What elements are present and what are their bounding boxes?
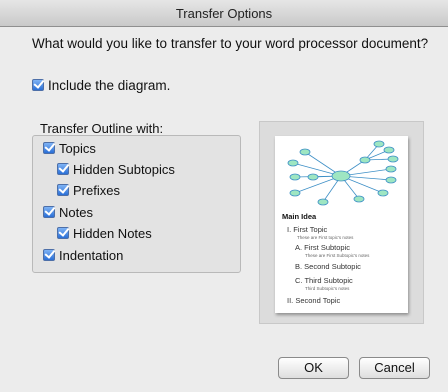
outline-group-label: Transfer Outline with: bbox=[40, 121, 164, 136]
outline-options-group: Topics Hidden Subtopics Prefixes Notes H… bbox=[32, 135, 241, 273]
checkbox-checked-icon[interactable] bbox=[57, 227, 69, 239]
checkbox-checked-icon[interactable] bbox=[43, 142, 55, 154]
hidden-subtopics-label: Hidden Subtopics bbox=[73, 162, 175, 177]
checkbox-checked-icon[interactable] bbox=[57, 163, 69, 175]
preview-first-subtopic-note: These are First Subtopic's notes bbox=[305, 253, 370, 258]
prefixes-checkbox[interactable]: Prefixes bbox=[57, 183, 120, 198]
include-diagram-label: Include the diagram. bbox=[48, 78, 171, 93]
preview-third-subtopic-note: Third Subtopic's notes bbox=[305, 286, 350, 291]
checkbox-checked-icon[interactable] bbox=[43, 249, 55, 261]
hidden-notes-label: Hidden Notes bbox=[73, 226, 152, 241]
preview-panel: Main Idea I. First Topic These are First… bbox=[259, 121, 424, 324]
checkbox-checked-icon[interactable] bbox=[32, 79, 44, 91]
notes-checkbox[interactable]: Notes bbox=[43, 205, 93, 220]
ok-button[interactable]: OK bbox=[278, 357, 349, 379]
title-bar: Transfer Options bbox=[0, 0, 448, 27]
preview-first-subtopic: A. First Subtopic bbox=[295, 243, 351, 252]
preview-main-idea: Main Idea bbox=[282, 212, 317, 221]
preview-first-topic-note: These are First topic's notes bbox=[297, 235, 354, 240]
include-diagram-checkbox[interactable]: Include the diagram. bbox=[32, 78, 170, 93]
checkbox-checked-icon[interactable] bbox=[57, 184, 69, 196]
mind-map-diagram bbox=[287, 140, 399, 206]
indentation-label: Indentation bbox=[59, 248, 124, 263]
notes-label: Notes bbox=[59, 205, 93, 220]
hidden-subtopics-checkbox[interactable]: Hidden Subtopics bbox=[57, 162, 175, 177]
topics-label: Topics bbox=[59, 141, 96, 156]
preview-document: Main Idea I. First Topic These are First… bbox=[275, 136, 408, 313]
cancel-button[interactable]: Cancel bbox=[359, 357, 430, 379]
topics-checkbox[interactable]: Topics bbox=[43, 141, 96, 156]
prefixes-label: Prefixes bbox=[73, 183, 120, 198]
indentation-checkbox[interactable]: Indentation bbox=[43, 248, 123, 263]
hidden-notes-checkbox[interactable]: Hidden Notes bbox=[57, 226, 152, 241]
preview-third-subtopic: C. Third Subtopic bbox=[295, 276, 353, 285]
checkbox-checked-icon[interactable] bbox=[43, 206, 55, 218]
preview-first-topic: I. First Topic bbox=[287, 225, 328, 234]
question-text: What would you like to transfer to your … bbox=[32, 36, 429, 51]
preview-second-topic: II. Second Topic bbox=[287, 296, 341, 305]
window-title: Transfer Options bbox=[175, 6, 273, 21]
preview-second-subtopic: B. Second Subtopic bbox=[295, 262, 361, 271]
